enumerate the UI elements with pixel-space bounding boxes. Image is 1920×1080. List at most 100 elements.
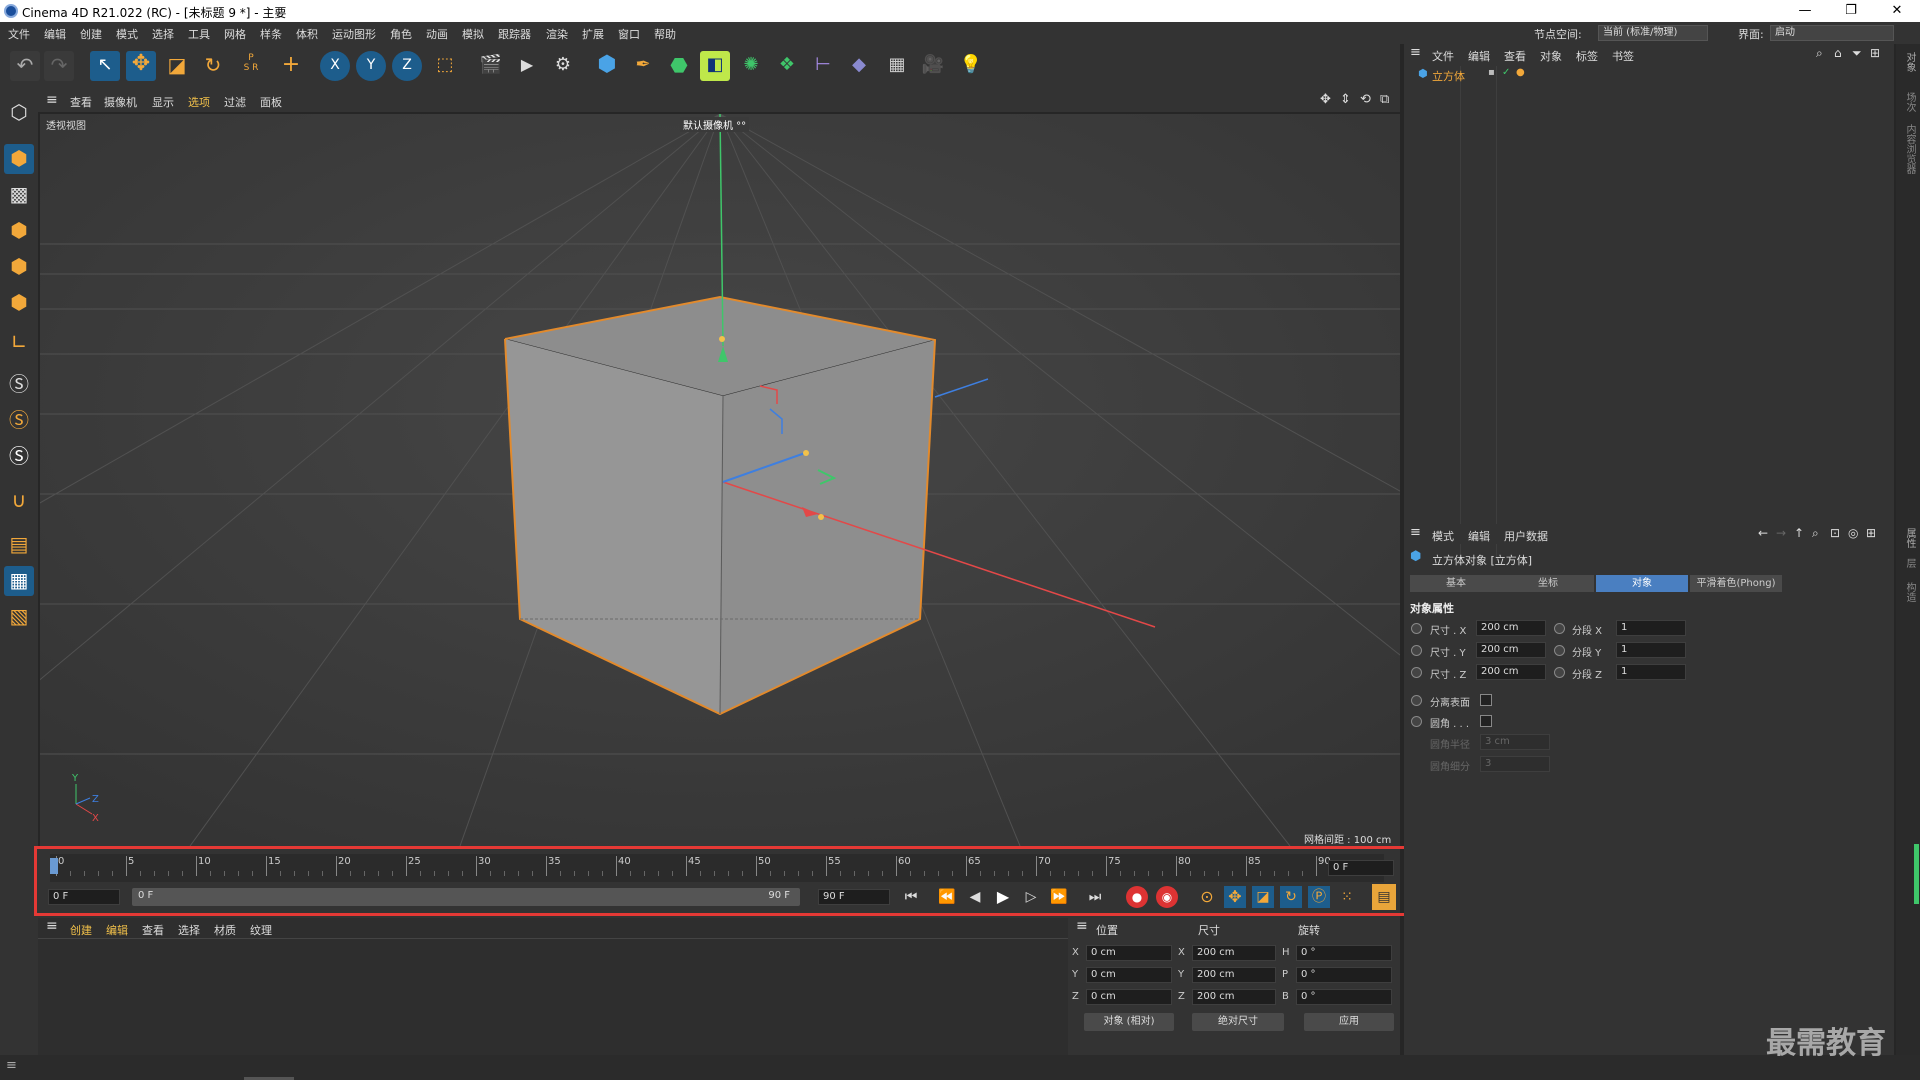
locked-workplane-icon[interactable]: ▦ — [4, 566, 34, 596]
menu-mesh[interactable]: 网格 — [224, 26, 246, 42]
make-editable-icon[interactable]: ⬡ — [4, 98, 34, 128]
move-icon[interactable]: ✥ — [126, 51, 156, 81]
size-x-anim-radio[interactable] — [1411, 623, 1422, 634]
objects-menu-file[interactable]: 文件 — [1432, 48, 1454, 64]
menu-volume[interactable]: 体积 — [296, 26, 318, 42]
position-z-field[interactable]: 0 cm — [1086, 989, 1172, 1005]
objects-filter-icon[interactable]: ⏷ — [1852, 46, 1862, 61]
texture-mode-icon[interactable]: ▩ — [4, 180, 34, 210]
size-y-anim-radio[interactable] — [1411, 645, 1422, 656]
coord-mode-dropdown[interactable]: 对象 (相对) — [1084, 1013, 1174, 1031]
menu-tools[interactable]: 工具 — [188, 26, 210, 42]
viewport-pan-icon[interactable]: ✥ — [1320, 92, 1331, 107]
target-icon[interactable]: ◎ — [1848, 526, 1858, 540]
attributes-menu-userdata[interactable]: 用户数据 — [1504, 528, 1548, 544]
object-name[interactable]: 立方体 — [1432, 68, 1465, 84]
tab-basic[interactable]: 基本 — [1410, 575, 1502, 592]
side-tab-layers[interactable]: 层 — [1902, 558, 1917, 568]
redo-icon[interactable]: ↷ — [44, 51, 74, 81]
axis-mode-icon[interactable]: ∟ — [4, 328, 34, 358]
seg-y-input[interactable]: 1 — [1616, 642, 1686, 658]
fillet-checkbox[interactable] — [1480, 715, 1492, 727]
menu-animate[interactable]: 动画 — [426, 26, 448, 42]
render-view-icon[interactable]: 🎬 — [476, 51, 506, 81]
menu-mode[interactable]: 模式 — [116, 26, 138, 42]
solo-off-icon[interactable]: Ⓢ — [4, 370, 34, 400]
add-icon[interactable]: + — [276, 51, 306, 81]
size-y-field[interactable]: 200 cm — [1192, 967, 1276, 983]
objects-menu-tags[interactable]: 标签 — [1576, 48, 1598, 64]
position-x-field[interactable]: 0 cm — [1086, 945, 1172, 961]
cloner-icon[interactable]: ✺ — [736, 51, 766, 81]
solo-single-icon[interactable]: Ⓢ — [4, 406, 34, 436]
objects-menu-edit[interactable]: 编辑 — [1468, 48, 1490, 64]
side-tab-objects[interactable]: 对象 — [1902, 52, 1917, 72]
fillet-radius-input[interactable]: 3 cm — [1480, 734, 1550, 750]
size-z-field[interactable]: 200 cm — [1192, 989, 1276, 1005]
size-z-anim-radio[interactable] — [1411, 667, 1422, 678]
side-tab-attributes[interactable]: 属性 — [1902, 528, 1917, 548]
objects-search-icon[interactable]: ⌕ — [1816, 46, 1823, 61]
rotation-p-field[interactable]: 0 ° — [1296, 967, 1392, 983]
menu-edit[interactable]: 编辑 — [44, 26, 66, 42]
render-picture-viewer-icon[interactable]: ▶ — [512, 51, 542, 81]
render-settings-icon[interactable]: ⚙ — [548, 51, 578, 81]
polygons-mode-icon[interactable]: ⬢ — [4, 288, 34, 318]
size-x-input[interactable]: 200 cm — [1476, 620, 1546, 636]
objects-menu-bookmarks[interactable]: 书签 — [1612, 48, 1634, 64]
grid-floor-icon[interactable]: ▦ — [882, 51, 912, 81]
viewport-menu-options[interactable]: 选项 — [188, 94, 210, 110]
workplane-icon[interactable]: ▤ — [4, 530, 34, 560]
undo-icon[interactable]: ↶ — [10, 51, 40, 81]
side-tab-structure[interactable]: 构造 — [1902, 582, 1917, 602]
menu-select[interactable]: 选择 — [152, 26, 174, 42]
attributes-menu-edit[interactable]: 编辑 — [1468, 528, 1490, 544]
snap-icon[interactable]: ∪ — [4, 486, 34, 516]
seg-z-anim-radio[interactable] — [1554, 667, 1565, 678]
scale-icon[interactable]: ◪ — [162, 51, 192, 81]
seg-x-input[interactable]: 1 — [1616, 620, 1686, 636]
material-menu-texture[interactable]: 纹理 — [250, 922, 272, 938]
viewport-dolly-icon[interactable]: ⇕ — [1340, 92, 1351, 107]
solo-hierarchy-icon[interactable]: Ⓢ — [4, 442, 34, 472]
size-z-input[interactable]: 200 cm — [1476, 664, 1546, 680]
floor-icon[interactable]: ◆ — [844, 51, 874, 81]
rotation-b-field[interactable]: 0 ° — [1296, 989, 1392, 1005]
material-menu-create[interactable]: 创建 — [70, 922, 92, 938]
size-y-input[interactable]: 200 cm — [1476, 642, 1546, 658]
y-axis-icon[interactable]: Y — [356, 51, 386, 81]
material-menu-material[interactable]: 材质 — [214, 922, 236, 938]
coord-system-icon[interactable]: ⬚ — [430, 51, 460, 81]
visibility-icon[interactable]: ▪ — [1488, 67, 1495, 78]
attributes-hamburger-icon[interactable]: ≡ — [1410, 525, 1421, 540]
lock-icon[interactable]: ⊡ — [1830, 526, 1840, 540]
pen-spline-icon[interactable]: ✒ — [628, 51, 658, 81]
position-y-field[interactable]: 0 cm — [1086, 967, 1172, 983]
size-x-field[interactable]: 200 cm — [1192, 945, 1276, 961]
layout-dropdown[interactable]: 启动 — [1770, 25, 1894, 41]
fillet-anim-radio[interactable] — [1411, 716, 1422, 727]
node-space-dropdown[interactable]: 当前 (标准/物理) — [1598, 25, 1708, 41]
attributes-new-window-icon[interactable]: ⊞ — [1866, 526, 1876, 540]
objects-hamburger-icon[interactable]: ≡ — [1410, 45, 1421, 60]
side-tab-content-browser[interactable]: 内容浏览器 — [1902, 124, 1917, 174]
minimize-button[interactable]: — — [1782, 0, 1828, 22]
close-button[interactable]: ✕ — [1874, 0, 1920, 22]
camera-icon[interactable]: 🎥 — [918, 51, 948, 81]
extrude-generator-icon[interactable]: ◧ — [700, 51, 730, 81]
menu-help[interactable]: 帮助 — [654, 26, 676, 42]
psr-icon[interactable]: PS R — [236, 51, 266, 81]
material-hamburger-icon[interactable]: ≡ — [46, 918, 58, 934]
menu-spline[interactable]: 样条 — [260, 26, 282, 42]
menu-render[interactable]: 渲染 — [546, 26, 568, 42]
fillet-subdiv-input[interactable]: 3 — [1480, 756, 1550, 772]
viewport-rotate-icon[interactable]: ⟲ — [1360, 92, 1371, 107]
forward-arrow-icon[interactable]: → — [1776, 526, 1786, 540]
material-menu-view[interactable]: 查看 — [142, 922, 164, 938]
side-tab-takes[interactable]: 场次 — [1902, 92, 1917, 112]
material-menu-select[interactable]: 选择 — [178, 922, 200, 938]
menu-mograph[interactable]: 运动图形 — [332, 26, 376, 42]
viewport-menu-cameras[interactable]: 摄像机 — [104, 94, 137, 110]
select-arrow-icon[interactable]: ↖ — [90, 51, 120, 81]
viewport-menu-view[interactable]: 查看 — [70, 94, 92, 110]
